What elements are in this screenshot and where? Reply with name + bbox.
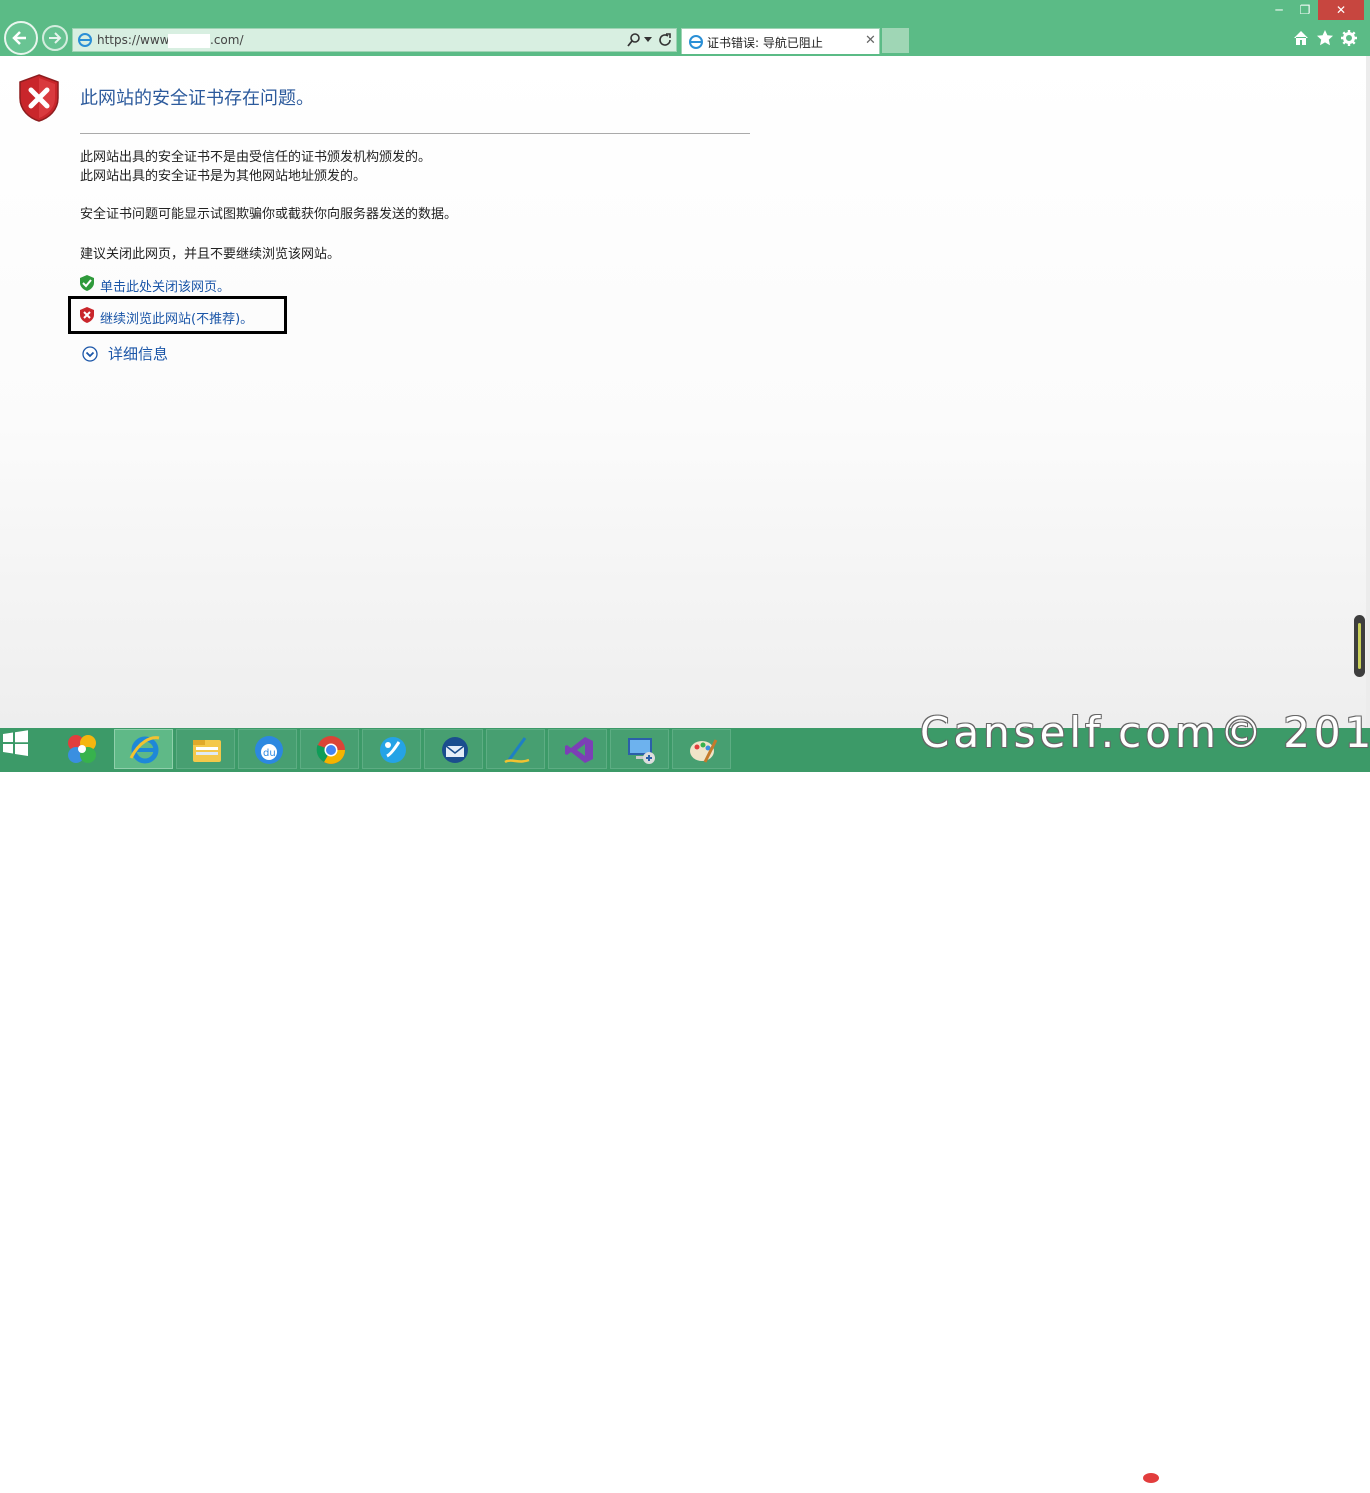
arrow-left-icon (12, 31, 26, 45)
close-page-link-label[interactable]: 单击此处关闭该网页。 (100, 276, 230, 295)
remote-desktop-icon (628, 738, 655, 764)
chrome-icon (316, 736, 345, 764)
taskbar-baidu-cloud[interactable]: du (238, 729, 297, 769)
taskbar-pen-app[interactable] (486, 729, 545, 769)
pinwheel-icon (68, 735, 96, 763)
chevron-down-icon[interactable] (644, 37, 652, 43)
folder-icon (193, 740, 221, 762)
visual-studio-icon (565, 737, 593, 763)
page-title: 此网站的安全证书存在问题。 (80, 88, 314, 109)
tab-close-button[interactable]: ✕ (865, 33, 876, 48)
clock-date[interactable]: 2015/7/7 (1294, 1479, 1348, 1493)
battery-icon[interactable] (1212, 1469, 1226, 1485)
action-center-flag-icon[interactable] (1166, 1469, 1180, 1485)
restore-button[interactable]: ❐ (1292, 0, 1318, 20)
ie-favicon-icon (689, 35, 703, 49)
taskbar-file-explorer[interactable] (176, 729, 235, 769)
internet-explorer-icon (129, 736, 160, 764)
scroll-indicator-highlight (1358, 623, 1361, 669)
taskbar-thunderbird[interactable] (424, 729, 483, 769)
browser-chrome: https://www. .com/ 证书错误: 导航已阻止 ✕ ─ ❐ ✕ (0, 0, 1370, 56)
tab-title: 证书错误: 导航已阻止 (707, 36, 823, 50)
url-suffix: .com/ (210, 33, 244, 47)
home-icon[interactable] (1293, 30, 1309, 46)
recommendation-line: 建议关闭此网页，并且不要继续浏览该网站。 (80, 247, 341, 262)
annotation-highlight-box (68, 296, 287, 334)
taskbar-remote-desktop[interactable] (610, 729, 669, 769)
security-shield-error-icon (19, 74, 59, 122)
ie-favicon-icon (78, 33, 92, 47)
tab-certificate-error[interactable]: 证书错误: 导航已阻止 ✕ (681, 28, 880, 54)
taskbar-blue-app[interactable] (362, 729, 421, 769)
chevron-down-circle-icon (82, 346, 98, 362)
url-prefix: https://www. (97, 33, 173, 47)
close-window-button[interactable]: ✕ (1318, 0, 1364, 20)
address-bar[interactable]: https://www. .com/ (72, 28, 677, 52)
cloud-sync-icon[interactable] (1142, 1469, 1160, 1483)
thunderbird-icon (442, 737, 468, 763)
message-line: 此网站出具的安全证书是为其他网站地址颁发的。 (80, 169, 367, 184)
svg-text:du: du (263, 748, 276, 759)
taskbar-paint[interactable] (672, 729, 731, 769)
refresh-icon[interactable] (657, 32, 673, 48)
volume-icon[interactable] (1236, 1469, 1252, 1485)
gear-icon[interactable] (1341, 30, 1357, 46)
taskbar-internet-explorer[interactable] (114, 729, 173, 769)
windows-start-icon[interactable] (0, 728, 30, 758)
vertical-scrollbar[interactable] (1366, 56, 1370, 728)
paint-palette-icon (690, 739, 718, 763)
taskbar-chrome[interactable] (300, 729, 359, 769)
pen-signature-icon (504, 737, 530, 764)
baidu-cloud-icon: du (255, 736, 283, 764)
clock-time[interactable]: 15:34 (1306, 1460, 1341, 1474)
url-redaction (168, 34, 210, 48)
taskbar-visual-studio[interactable] (548, 729, 607, 769)
input-method-indicator[interactable]: 英 (1266, 1470, 1278, 1487)
watermark-text: Canself.com© 2015 (920, 708, 1370, 757)
new-tab-button[interactable] (882, 28, 909, 53)
message-line: 安全证书问题可能显示试图欺骗你或截获你向服务器发送的数据。 (80, 207, 458, 222)
back-button[interactable] (4, 21, 38, 55)
shield-check-icon (80, 275, 94, 291)
divider (80, 133, 750, 134)
chevron-up-icon[interactable] (1096, 1469, 1106, 1479)
certificate-error-page: 此网站的安全证书存在问题。 此网站出具的安全证书不是由受信任的证书颁发机构颁发的… (0, 56, 1366, 728)
more-information-label[interactable]: 详细信息 (108, 343, 168, 364)
taskbar-pinwheel-app[interactable] (52, 729, 111, 769)
network-signal-icon[interactable] (1188, 1469, 1204, 1483)
arrow-right-icon (49, 32, 62, 44)
search-icon[interactable] (626, 32, 642, 48)
favorites-star-icon[interactable] (1317, 30, 1333, 46)
blue-circle-app-icon (380, 737, 406, 763)
minimize-button[interactable]: ─ (1266, 0, 1292, 20)
windows-tray-icon[interactable] (1118, 1469, 1134, 1485)
message-line: 此网站出具的安全证书不是由受信任的证书颁发机构颁发的。 (80, 150, 432, 165)
forward-button[interactable] (42, 25, 68, 51)
